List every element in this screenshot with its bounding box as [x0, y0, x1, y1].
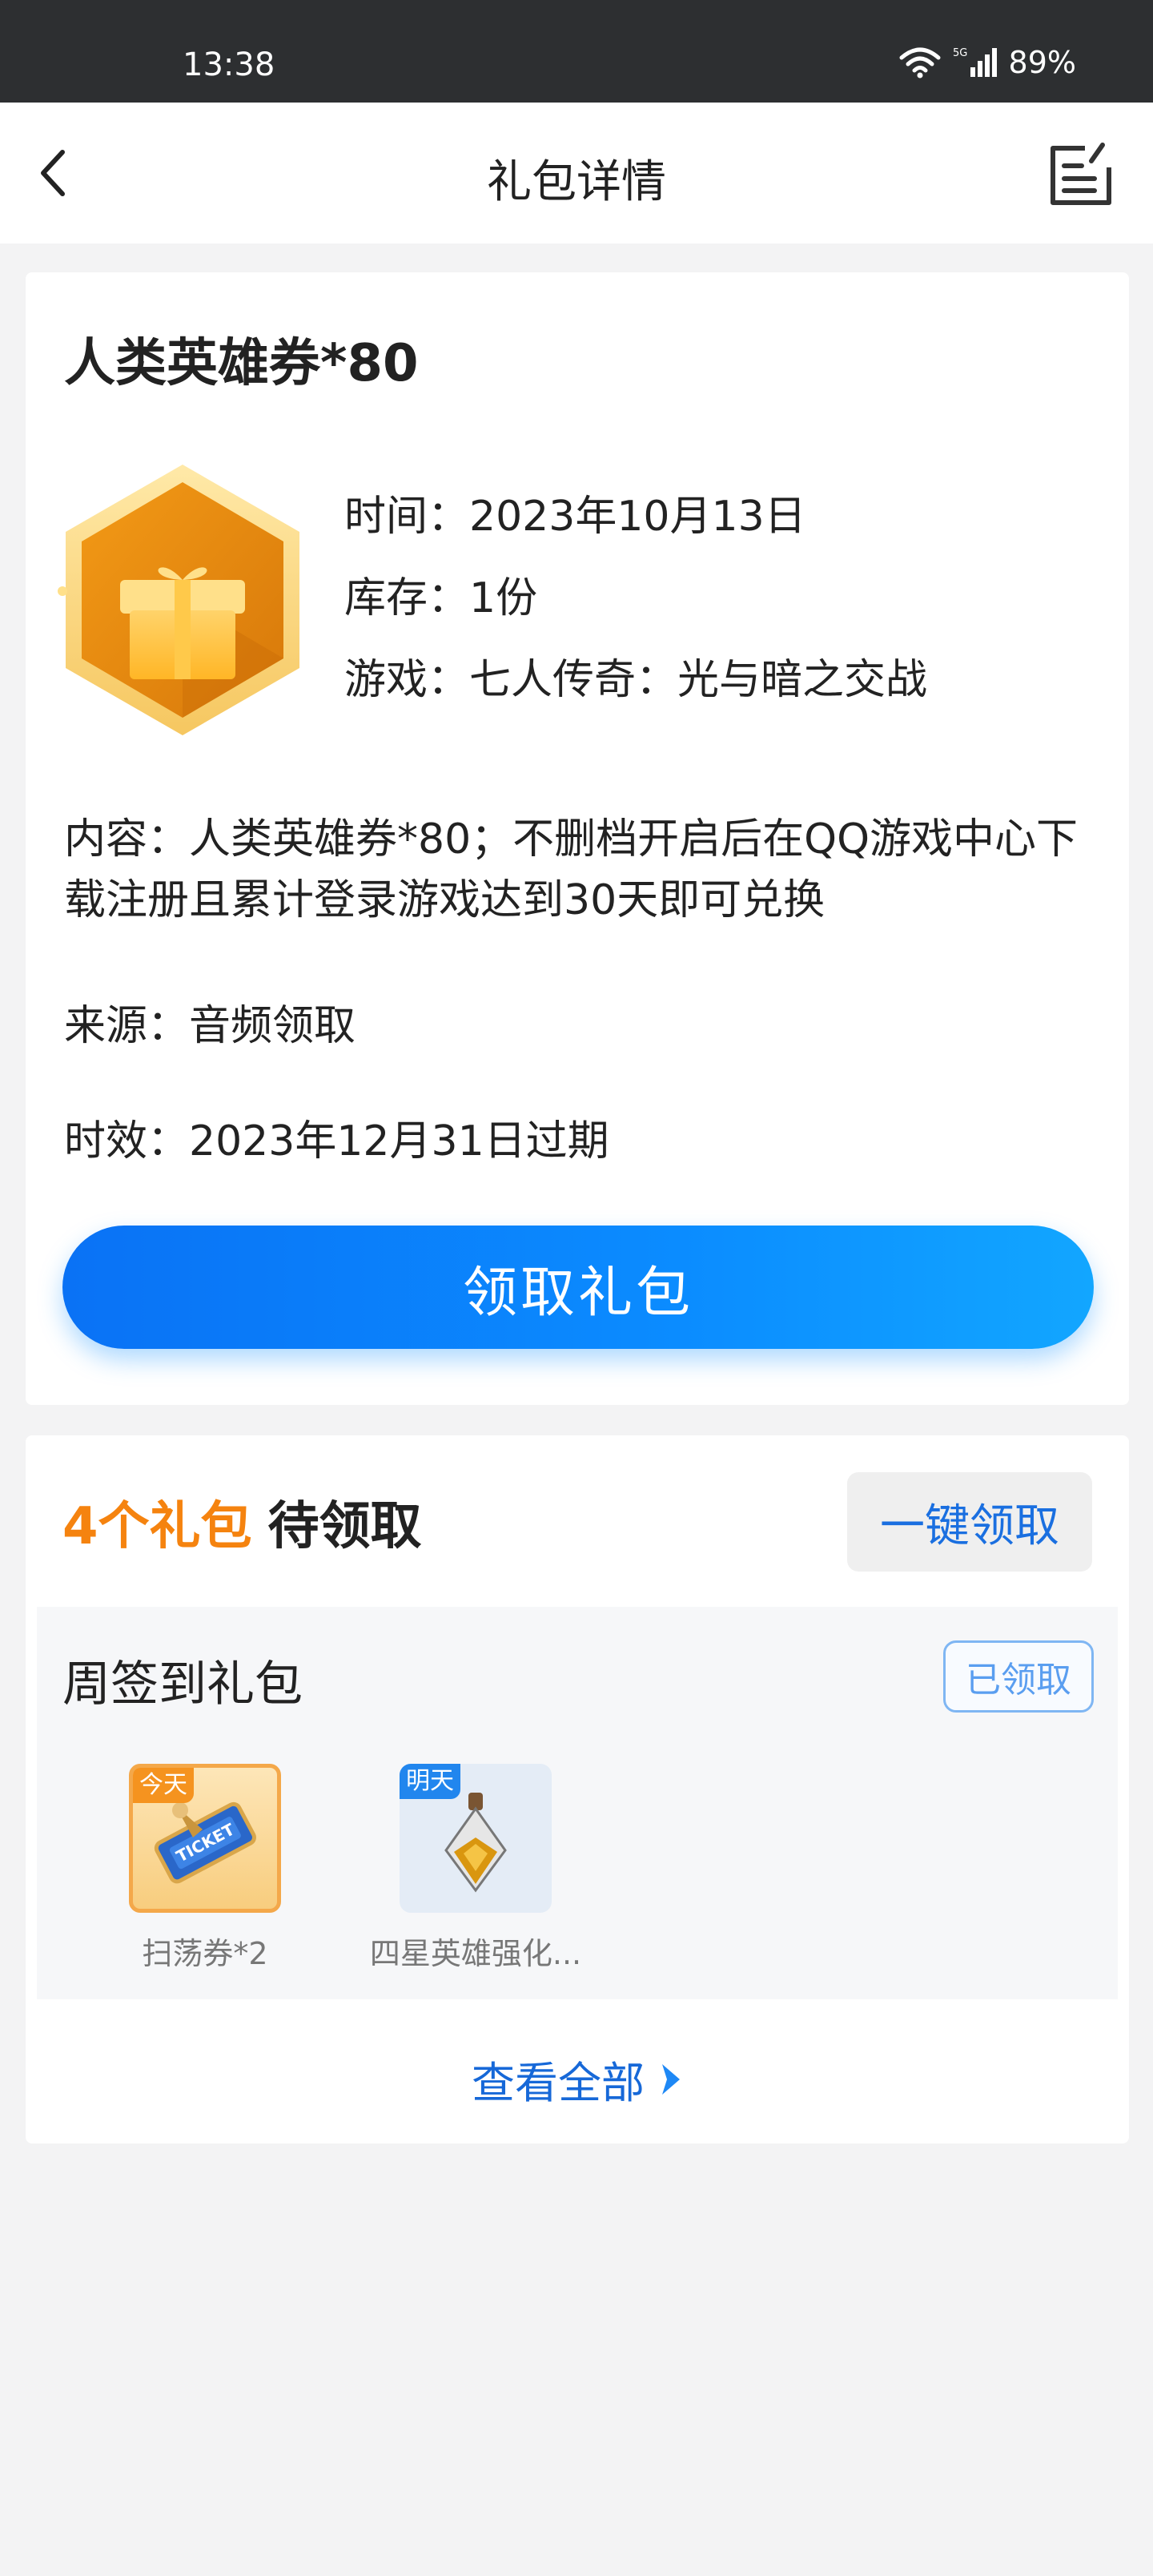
claim-all-button[interactable]: 一键领取	[847, 1472, 1092, 1572]
pending-heading: 4个礼包 待领取	[62, 1485, 422, 1559]
chevron-right-icon	[662, 2063, 680, 2095]
reward-label: 四星英雄强化...	[369, 1936, 582, 1971]
pending-suffix: 待领取	[267, 1497, 422, 1556]
status-indicators: 5G 89%	[898, 45, 1076, 80]
day-tag-today: 今天	[133, 1768, 194, 1803]
pending-gifts-card: 4个礼包待领取 一键领取 周签到礼包 已领取 TICKET 今天 扫荡券*2	[26, 1435, 1129, 2143]
pending-count: 4个礼包	[62, 1497, 252, 1556]
gift-detail-card: 人类英雄券*80 时间：2023年10月13日 库存：1份 游戏：七人传奇：光与…	[26, 272, 1129, 1405]
reward-item-tomorrow[interactable]: 明天 四星英雄强化...	[356, 1764, 596, 1973]
reward-thumbnail: 明天	[400, 1764, 552, 1913]
gift-title: 人类英雄券*80	[64, 334, 419, 393]
view-all-link[interactable]: 查看全部	[26, 2047, 1129, 2111]
weekly-title: 周签到礼包	[62, 1656, 303, 1713]
edit-button[interactable]	[1041, 135, 1121, 215]
gift-source: 来源：音频领取	[64, 1002, 356, 1050]
battery-level: 89%	[1008, 45, 1076, 80]
claim-gift-button[interactable]: 领取礼包	[62, 1226, 1094, 1349]
page-title: 礼包详情	[487, 156, 666, 208]
signal-icon: 5G	[953, 46, 998, 78]
nav-bar: 礼包详情	[0, 103, 1153, 244]
reward-item-today[interactable]: TICKET 今天 扫荡券*2	[85, 1764, 325, 1973]
status-time: 13:38	[183, 46, 275, 83]
gift-game: 游戏：七人传奇：光与暗之交战	[344, 656, 928, 704]
gift-content: 内容：人类英雄券*80；不删档开启后在QQ游戏中心下载注册且累计登录游戏达到30…	[64, 815, 1079, 924]
edit-note-icon	[1051, 143, 1111, 205]
weekly-signin-panel: 周签到礼包 已领取 TICKET 今天 扫荡券*2 明天 四星英雄强化...	[37, 1607, 1118, 1999]
reward-label: 扫荡券*2	[142, 1936, 268, 1971]
view-all-label: 查看全部	[472, 2058, 645, 2108]
network-type: 5G	[953, 47, 967, 59]
day-tag-tomorrow: 明天	[400, 1764, 460, 1799]
status-bar: 13:38 5G 89%	[0, 0, 1153, 103]
claimed-status-badge[interactable]: 已领取	[943, 1640, 1094, 1713]
reward-thumbnail: TICKET 今天	[129, 1764, 281, 1913]
gift-time: 时间：2023年10月13日	[344, 493, 806, 541]
wifi-icon	[898, 46, 942, 78]
gift-info: 时间：2023年10月13日 库存：1份 游戏：七人传奇：光与暗之交战	[344, 476, 927, 721]
gift-stock: 库存：1份	[344, 574, 538, 622]
gift-expiry: 时效：2023年12月31日过期	[64, 1117, 609, 1165]
gift-hexagon-icon	[54, 458, 311, 747]
